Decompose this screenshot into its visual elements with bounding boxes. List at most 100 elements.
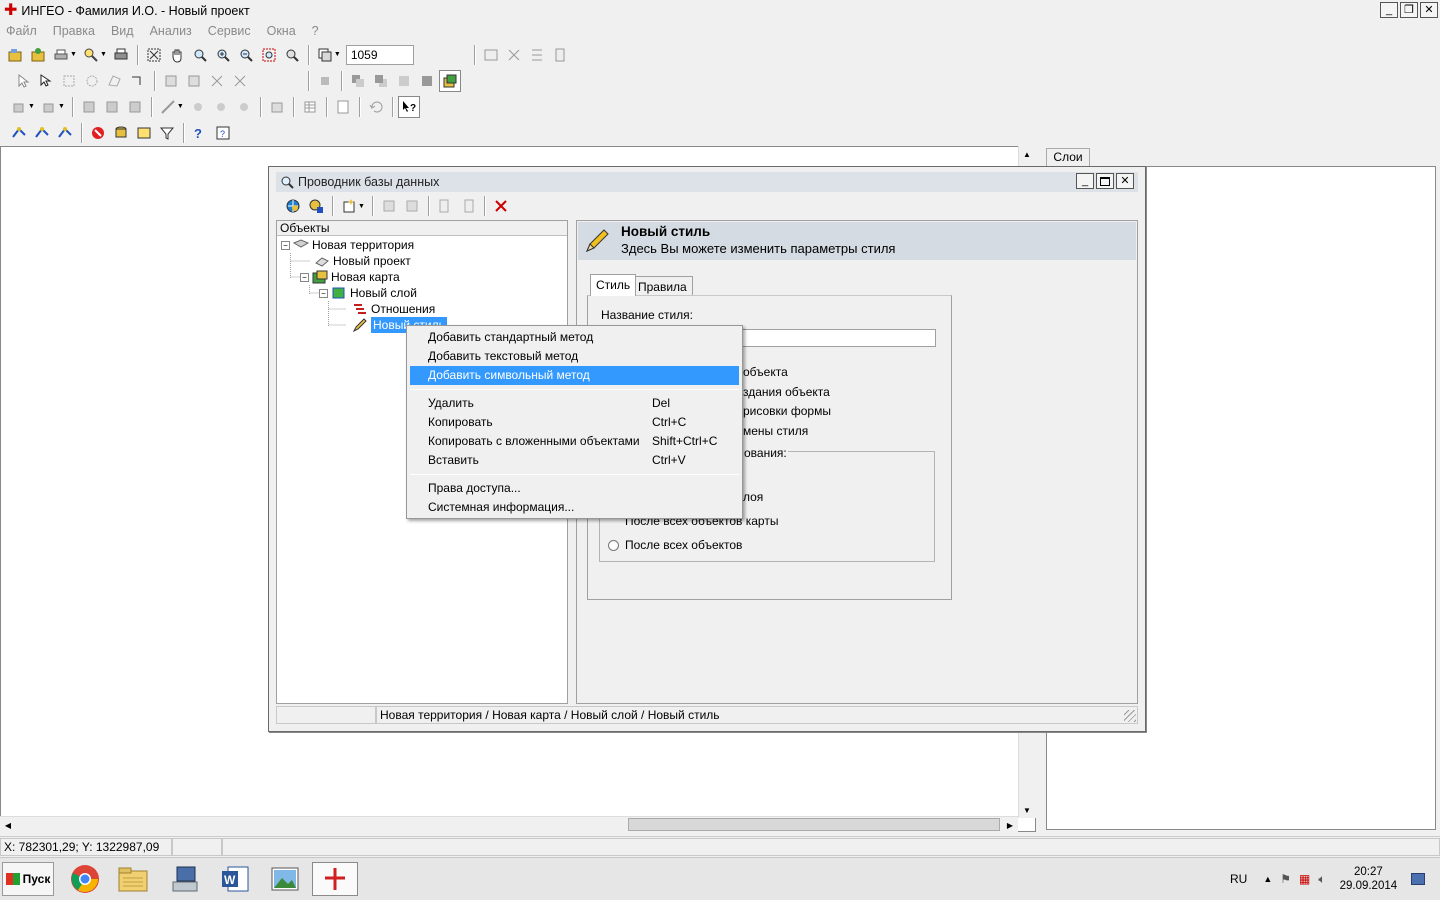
route-icon-1[interactable] [8, 122, 30, 144]
zoom-extent-icon[interactable] [143, 44, 165, 66]
table-icon-1[interactable] [480, 44, 502, 66]
resize-grip-icon[interactable] [1124, 710, 1136, 722]
route-icon-2[interactable] [31, 122, 53, 144]
query-report-icon[interactable]: ? [212, 122, 234, 144]
open-project-icon[interactable] [4, 44, 26, 66]
radio-circle[interactable] [608, 539, 619, 551]
align-icon-1[interactable] [314, 70, 336, 92]
tree-node-territory[interactable]: − Новая территория [281, 237, 414, 253]
taskbar-chrome[interactable] [62, 862, 108, 896]
menu-service[interactable]: Сервис [208, 24, 251, 38]
table-icon-4[interactable] [549, 44, 571, 66]
move-down-icon[interactable] [401, 195, 423, 217]
collapse-icon[interactable]: − [281, 240, 290, 250]
start-button[interactable]: Пуск [2, 862, 54, 896]
taskbar-word[interactable]: W [212, 862, 258, 896]
edit-tool-icon-1[interactable] [160, 70, 182, 92]
taskbar-image-viewer[interactable] [262, 862, 308, 896]
table-icon-3[interactable] [526, 44, 548, 66]
scroll-right-arrow-icon[interactable]: ▶ [1002, 817, 1018, 833]
table-yellow-icon[interactable] [133, 122, 155, 144]
pan-hand-icon[interactable] [166, 44, 188, 66]
zoom-window-icon[interactable] [189, 44, 211, 66]
layer-order-icon-3[interactable] [393, 70, 415, 92]
stop-icon[interactable] [87, 122, 109, 144]
scale-input[interactable] [345, 44, 414, 65]
collapse-icon[interactable]: − [300, 272, 309, 282]
radio-after-all-objects[interactable]: После всех объектов [608, 538, 742, 552]
context-help-icon[interactable]: ? [397, 95, 420, 118]
refresh-globe-icon[interactable] [282, 195, 304, 217]
zoom-in-icon[interactable] [212, 44, 234, 66]
tree-node-project[interactable]: Новый проект [314, 253, 411, 269]
select-circle-icon[interactable] [81, 70, 103, 92]
menu-item-delete[interactable]: Удалить Del [410, 394, 739, 413]
new-object-icon[interactable] [338, 195, 360, 217]
menu-item-add-text-method[interactable]: Добавить текстовый метод [410, 347, 739, 366]
select-arrow-icon[interactable] [12, 70, 34, 92]
edit-tool-icon-4[interactable] [229, 70, 251, 92]
close-button[interactable]: ✕ [1420, 2, 1438, 18]
database-icon[interactable] [110, 122, 132, 144]
table-view-icon[interactable] [299, 96, 321, 118]
topology-icon-2[interactable] [101, 96, 123, 118]
export-icon[interactable] [457, 195, 479, 217]
create-object-icon[interactable] [38, 96, 60, 118]
tab-rules[interactable]: Правила [632, 276, 693, 296]
delete-icon[interactable] [490, 195, 512, 217]
layer-order-icon-4[interactable] [416, 70, 438, 92]
minimize-button[interactable]: _ [1380, 2, 1398, 18]
taskbar-ingeo[interactable] [312, 862, 358, 896]
filter-icon[interactable] [156, 122, 178, 144]
layer-manager-icon[interactable] [439, 69, 461, 92]
query-icon[interactable]: ? [189, 122, 211, 144]
show-desktop-icon[interactable] [1411, 873, 1426, 885]
measure-icon-1[interactable] [157, 96, 179, 118]
import-icon[interactable] [434, 195, 456, 217]
layers-tab[interactable]: Слои [1046, 148, 1090, 166]
menu-item-system-info[interactable]: Системная информация... [410, 498, 739, 517]
restore-button[interactable]: ❐ [1400, 2, 1418, 18]
route-icon-3[interactable] [54, 122, 76, 144]
edit-tool-icon-3[interactable] [206, 70, 228, 92]
horizontal-scroll-thumb[interactable] [628, 818, 1000, 831]
properties-icon[interactable] [305, 195, 327, 217]
zoom-all-icon[interactable] [258, 44, 280, 66]
table-icon-2[interactable] [503, 44, 525, 66]
move-up-icon[interactable] [378, 195, 400, 217]
scroll-up-arrow-icon[interactable]: ▲ [1019, 146, 1035, 162]
collapse-icon[interactable]: − [319, 288, 328, 298]
tray-expand-icon[interactable]: ▲ [1263, 874, 1272, 884]
scale-icon[interactable] [314, 44, 336, 66]
select-rect-icon[interactable] [58, 70, 80, 92]
taskbar-explorer[interactable] [110, 862, 156, 896]
tab-style[interactable]: Стиль [590, 274, 637, 296]
clock[interactable]: 20:27 29.09.2014 [1340, 865, 1398, 893]
tree-node-map[interactable]: − Новая карта [300, 269, 400, 285]
menu-item-paste[interactable]: Вставить Ctrl+V [410, 451, 739, 470]
menu-view[interactable]: Вид [111, 24, 134, 38]
measure-icon-2[interactable] [187, 96, 209, 118]
measure-icon-4[interactable] [233, 96, 255, 118]
scroll-down-arrow-icon[interactable]: ▼ [1019, 802, 1035, 818]
menu-item-copy[interactable]: Копировать Ctrl+C [410, 413, 739, 432]
printer-icon[interactable] [110, 44, 132, 66]
attributes-icon[interactable] [266, 96, 288, 118]
dialog-maximize-button[interactable] [1096, 173, 1114, 189]
topology-icon-1[interactable] [78, 96, 100, 118]
edit-tool-icon-2[interactable] [183, 70, 205, 92]
select-line-icon[interactable] [127, 70, 149, 92]
menu-help[interactable]: ? [312, 24, 319, 38]
volume-icon[interactable]: 🔈︎ [1318, 872, 1325, 887]
menu-item-copy-nested[interactable]: Копировать с вложенными объектами Shift+C… [410, 432, 739, 451]
report-icon[interactable] [332, 96, 354, 118]
taskbar-remote-desktop[interactable] [162, 862, 208, 896]
zoom-previous-icon[interactable] [281, 44, 303, 66]
menu-windows[interactable]: Окна [267, 24, 296, 38]
menu-analysis[interactable]: Анализ [150, 24, 192, 38]
menu-file[interactable]: Файл [6, 24, 37, 38]
tree-node-layer[interactable]: − Новый слой [319, 285, 417, 301]
network-icon[interactable]: ▦ [1299, 872, 1310, 886]
open-map-icon[interactable] [27, 44, 49, 66]
menu-edit[interactable]: Правка [53, 24, 95, 38]
